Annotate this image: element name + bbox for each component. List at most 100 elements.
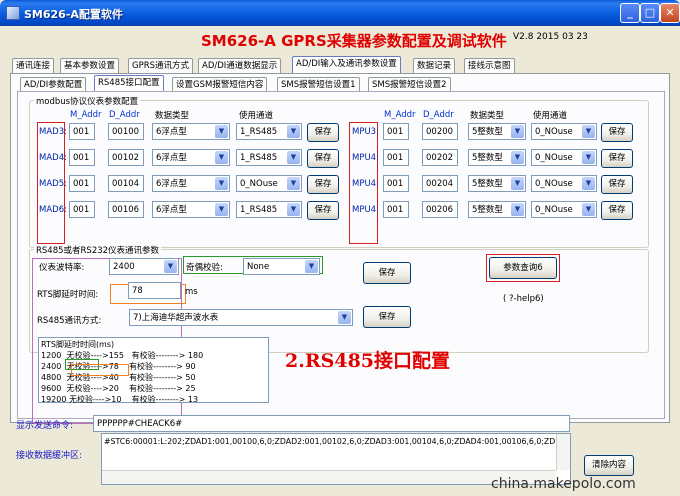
header-data-type-right: 数据类型 bbox=[470, 111, 505, 121]
mpu-data-type-select[interactable]: 5整数型 ▼ bbox=[468, 175, 526, 192]
app-icon bbox=[6, 6, 20, 20]
mad-d-addr-input[interactable]: 00102 bbox=[108, 149, 144, 166]
mpu-d-addr-input[interactable]: 00204 bbox=[422, 175, 458, 192]
mpu-m-addr-input[interactable]: 001 bbox=[383, 175, 409, 192]
send-command-label: 显示发送命令: bbox=[16, 421, 74, 431]
mpu-data-type-select[interactable]: 5整数型 ▼ bbox=[468, 201, 526, 218]
chevron-down-icon: ▼ bbox=[215, 203, 228, 216]
subtab-gsm-sms[interactable]: 设置GSM报警短信内容 bbox=[172, 77, 268, 92]
rts-unit: ms bbox=[185, 287, 198, 297]
app-header-title: SM626-A GPRS采集器参数配置及调试软件 bbox=[201, 32, 507, 50]
mpu-m-addr-input[interactable]: 001 bbox=[383, 149, 409, 166]
mad-row-label: MAD6: bbox=[39, 205, 67, 215]
tab-wiring-diagram[interactable]: 接线示意图 bbox=[464, 58, 515, 73]
mad-channel-select[interactable]: 0_NOuse ▼ bbox=[236, 175, 302, 192]
chevron-down-icon: ▼ bbox=[582, 125, 595, 138]
rts-delay-input[interactable]: 78 bbox=[128, 282, 181, 299]
mad-m-addr-input[interactable]: 001 bbox=[69, 123, 95, 140]
subtab-rs485-config[interactable]: RS485接口配置 bbox=[94, 75, 164, 92]
send-command-input[interactable]: PPPPPP#CHEACK6# bbox=[93, 415, 570, 432]
data-type-value: 5整数型 bbox=[472, 179, 503, 189]
parity-label: 奇偶校验: bbox=[186, 263, 223, 273]
clear-content-button[interactable]: 清除内容 bbox=[584, 455, 634, 476]
baud-select[interactable]: 2400 ▼ bbox=[109, 258, 179, 275]
chevron-down-icon: ▼ bbox=[164, 260, 177, 273]
mpu-d-addr-input[interactable]: 00200 bbox=[422, 123, 458, 140]
header-data-type: 数据类型 bbox=[155, 111, 190, 121]
parity-select[interactable]: None ▼ bbox=[243, 258, 320, 275]
mad-row-label: MAD5: bbox=[39, 179, 67, 189]
rs485-mode-select[interactable]: 7)上海迪华超声波水表 ▼ bbox=[129, 309, 353, 326]
mad-data-type-select[interactable]: 6浮点型 ▼ bbox=[152, 149, 230, 166]
tab-data-record[interactable]: 数据记录 bbox=[413, 58, 456, 73]
rts-list-row: 9600 无校验---->20 有校验--------> 25 bbox=[41, 384, 196, 393]
mad-save-button[interactable]: 保存 bbox=[307, 175, 339, 194]
baud-select-value: 2400 bbox=[113, 262, 135, 272]
minimize-button[interactable]: _ bbox=[620, 3, 640, 23]
receive-buffer-text: #STC6:00001:L:202;ZDAD1:001,00100,6,0;ZD… bbox=[104, 437, 556, 446]
mpu-channel-select[interactable]: 0_NOuse ▼ bbox=[531, 123, 597, 140]
mad-channel-select[interactable]: 1_RS485 ▼ bbox=[236, 149, 302, 166]
mpu-d-addr-input[interactable]: 00202 bbox=[422, 149, 458, 166]
chevron-down-icon: ▼ bbox=[582, 177, 595, 190]
mpu-save-button[interactable]: 保存 bbox=[601, 123, 633, 142]
mad-d-addr-input[interactable]: 00106 bbox=[108, 201, 144, 218]
tab-adi-settings[interactable]: AD/DI输入及通讯参数设置 bbox=[292, 56, 401, 73]
mpu-row-label: MPU4: bbox=[352, 205, 379, 215]
mpu-channel-select[interactable]: 0_NOuse ▼ bbox=[531, 201, 597, 218]
tab-adi-display[interactable]: AD/DI通道数据显示 bbox=[198, 58, 282, 73]
rts-list-header: RTS脚延时时间(ms) bbox=[41, 340, 115, 349]
mad-row-label: MAD3: bbox=[39, 127, 67, 137]
mad-m-addr-input[interactable]: 001 bbox=[69, 175, 95, 192]
mad-save-button[interactable]: 保存 bbox=[307, 201, 339, 220]
chevron-down-icon: ▼ bbox=[511, 177, 524, 190]
horizontal-scrollbar[interactable] bbox=[102, 470, 556, 484]
mad-m-addr-input[interactable]: 001 bbox=[69, 201, 95, 218]
mpu-m-addr-input[interactable]: 001 bbox=[383, 201, 409, 218]
data-type-value: 6浮点型 bbox=[156, 153, 187, 163]
mpu-channel-select[interactable]: 0_NOuse ▼ bbox=[531, 175, 597, 192]
subtab-sms-alarm-1[interactable]: SMS报警短信设置1 bbox=[277, 77, 360, 92]
mad-data-type-select[interactable]: 6浮点型 ▼ bbox=[152, 201, 230, 218]
mad-channel-select[interactable]: 1_RS485 ▼ bbox=[236, 123, 302, 140]
data-type-value: 5整数型 bbox=[472, 127, 503, 137]
mpu-channel-select[interactable]: 0_NOuse ▼ bbox=[531, 149, 597, 166]
comm-save-button-2[interactable]: 保存 bbox=[363, 306, 411, 328]
tab-connection[interactable]: 通讯连接 bbox=[12, 58, 55, 73]
mad-d-addr-input[interactable]: 00104 bbox=[108, 175, 144, 192]
vertical-scrollbar[interactable] bbox=[556, 434, 570, 470]
mad-m-addr-input[interactable]: 001 bbox=[69, 149, 95, 166]
help-text: ( ?-help6) bbox=[503, 294, 544, 304]
mad-save-button[interactable]: 保存 bbox=[307, 149, 339, 168]
title-bar: SM626-A配置软件 _ □ ✕ bbox=[0, 0, 680, 26]
mpu-data-type-select[interactable]: 5整数型 ▼ bbox=[468, 123, 526, 140]
mpu-save-button[interactable]: 保存 bbox=[601, 175, 633, 194]
mpu-data-type-select[interactable]: 5整数型 ▼ bbox=[468, 149, 526, 166]
comm-save-button-1[interactable]: 保存 bbox=[363, 262, 411, 284]
mpu-save-button[interactable]: 保存 bbox=[601, 201, 633, 220]
subtab-sms-alarm-2[interactable]: SMS报警短信设置2 bbox=[368, 77, 451, 92]
channel-value: 1_RS485 bbox=[240, 153, 278, 163]
tab-gprs-mode[interactable]: GPRS通讯方式 bbox=[128, 58, 194, 73]
param-query-button[interactable]: 参数查询6 bbox=[489, 257, 557, 279]
subtab-adi-config[interactable]: AD/DI参数配置 bbox=[20, 77, 87, 92]
mad-data-type-select[interactable]: 6浮点型 ▼ bbox=[152, 175, 230, 192]
mad-channel-select[interactable]: 1_RS485 ▼ bbox=[236, 201, 302, 218]
close-button[interactable]: ✕ bbox=[660, 3, 680, 23]
annotation-rs485-config: 2.RS485接口配置 bbox=[285, 350, 451, 372]
maximize-button[interactable]: □ bbox=[640, 3, 660, 23]
mad-data-type-select[interactable]: 6浮点型 ▼ bbox=[152, 123, 230, 140]
channel-value: 1_RS485 bbox=[240, 127, 278, 137]
mpu-m-addr-input[interactable]: 001 bbox=[383, 123, 409, 140]
tab-basic-params[interactable]: 基本参数设置 bbox=[60, 58, 120, 73]
data-type-value: 6浮点型 bbox=[156, 205, 187, 215]
mad-save-button[interactable]: 保存 bbox=[307, 123, 339, 142]
chevron-down-icon: ▼ bbox=[511, 125, 524, 138]
data-type-value: 6浮点型 bbox=[156, 127, 187, 137]
data-type-value: 5整数型 bbox=[472, 205, 503, 215]
app-version: V2.8 2015 03 23 bbox=[513, 32, 588, 42]
mad-d-addr-input[interactable]: 00100 bbox=[108, 123, 144, 140]
mpu-d-addr-input[interactable]: 00206 bbox=[422, 201, 458, 218]
mpu-row-label: MPU4: bbox=[352, 179, 379, 189]
mpu-save-button[interactable]: 保存 bbox=[601, 149, 633, 168]
